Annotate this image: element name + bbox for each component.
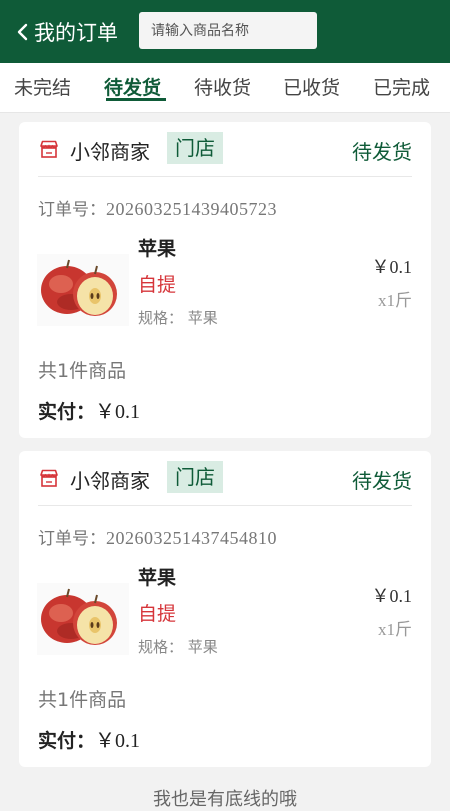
tab-received[interactable]: 已收货 bbox=[283, 73, 340, 100]
product-image[interactable] bbox=[37, 254, 129, 326]
order-card[interactable]: 小邻商家 门店 待发货 订单号：202603251437454810 苹果 自提… bbox=[19, 451, 431, 767]
order-number-label: 订单号： bbox=[38, 200, 106, 220]
store-tag: 门店 bbox=[167, 132, 223, 164]
delivery-method: 自提 bbox=[138, 274, 177, 296]
delivery-method: 自提 bbox=[138, 603, 177, 625]
search-input[interactable] bbox=[139, 12, 317, 49]
status-tabs: 未完结 待发货 待收货 已收货 已完成 bbox=[0, 63, 450, 112]
spec-label: 规格： bbox=[138, 638, 184, 656]
order-number-value: 202603251439405723 bbox=[106, 199, 277, 219]
paid-label: 实付： bbox=[38, 730, 96, 752]
end-of-list-text: 我也是有底线的哦 bbox=[153, 789, 297, 810]
item-count: 共1件商品 bbox=[38, 360, 127, 382]
merchant-name: 小邻商家 bbox=[70, 140, 150, 164]
tab-to-ship[interactable]: 待发货 bbox=[104, 73, 161, 100]
paid-value: ￥0.1 bbox=[95, 730, 141, 752]
order-number-label: 订单号： bbox=[38, 529, 106, 549]
tab-completed[interactable]: 已完成 bbox=[373, 73, 430, 100]
item-count: 共1件商品 bbox=[38, 689, 127, 711]
product-spec: 规格： 苹果 bbox=[138, 636, 218, 657]
paid-amount: 实付：￥0.1 bbox=[38, 395, 140, 424]
order-status: 待发货 bbox=[352, 469, 412, 493]
product-price: ￥0.1 bbox=[371, 586, 413, 606]
product-quantity: x1斤 bbox=[378, 291, 412, 310]
product-name: 苹果 bbox=[138, 238, 177, 260]
paid-value: ￥0.1 bbox=[95, 401, 141, 423]
card-divider bbox=[38, 176, 412, 177]
back-button[interactable]: 我的订单 bbox=[14, 17, 118, 47]
spec-value: 苹果 bbox=[187, 638, 218, 656]
product-quantity: x1斤 bbox=[378, 620, 412, 639]
order-number: 订单号：202603251437454810 bbox=[38, 524, 277, 549]
store-tag: 门店 bbox=[167, 461, 223, 493]
product-price: ￥0.1 bbox=[371, 257, 413, 277]
active-tab-indicator bbox=[106, 98, 166, 101]
merchant-name: 小邻商家 bbox=[70, 469, 150, 493]
page-title: 我的订单 bbox=[34, 20, 118, 45]
spec-value: 苹果 bbox=[187, 309, 218, 327]
product-spec: 规格： 苹果 bbox=[138, 307, 218, 328]
order-card[interactable]: 小邻商家 门店 待发货 订单号：202603251439405723 苹果 自提… bbox=[19, 122, 431, 438]
chevron-left-icon bbox=[17, 23, 28, 40]
order-status: 待发货 bbox=[352, 140, 412, 164]
order-number-value: 202603251437454810 bbox=[106, 528, 277, 548]
order-number: 订单号：202603251439405723 bbox=[38, 195, 277, 220]
store-icon bbox=[40, 140, 58, 158]
card-divider bbox=[38, 505, 412, 506]
top-bar: 我的订单 bbox=[0, 0, 450, 63]
spec-label: 规格： bbox=[138, 309, 184, 327]
paid-amount: 实付：￥0.1 bbox=[38, 724, 140, 753]
product-name: 苹果 bbox=[138, 567, 177, 589]
tab-unfinished[interactable]: 未完结 bbox=[14, 73, 71, 100]
paid-label: 实付： bbox=[38, 401, 96, 423]
store-icon bbox=[40, 469, 58, 487]
tab-to-receive[interactable]: 待收货 bbox=[194, 73, 251, 100]
tabs-divider bbox=[0, 112, 450, 113]
product-image[interactable] bbox=[37, 583, 129, 655]
